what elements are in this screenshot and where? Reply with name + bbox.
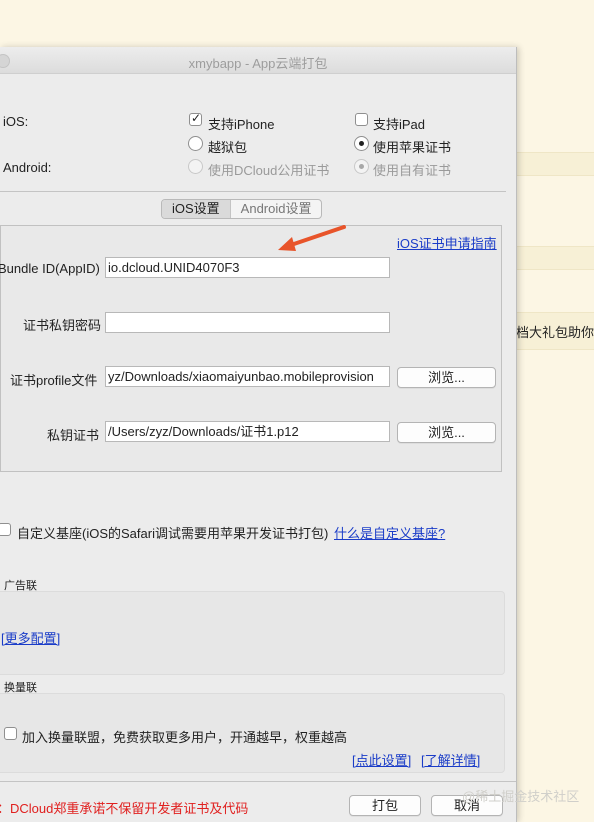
ad-more-config-link[interactable]: [更多配置] (1, 628, 60, 647)
private-key-browse-button[interactable]: 浏览... (397, 422, 496, 443)
iphone-checkbox[interactable] (189, 111, 202, 126)
traffic-union-checkbox[interactable] (4, 727, 17, 740)
custom-base-label: 自定义基座(iOS的Safari调试需要用苹果开发证书打包) (17, 526, 329, 541)
bundle-id-input[interactable]: io.dcloud.UNID4070F3 (105, 257, 390, 278)
window-title: xmybapp - App云端打包 (188, 56, 328, 71)
private-key-label: 私钥证书 (47, 428, 100, 443)
iphone-label: 支持iPhone (208, 117, 275, 132)
apple-cert-radio[interactable] (354, 136, 369, 151)
key-password-input[interactable] (105, 312, 390, 333)
settings-tabs: iOS设置 Android设置 (161, 199, 323, 219)
own-cert-radio[interactable] (354, 159, 369, 174)
traffic-union-section: 加入换量联盟，免费获取更多用户，开通越早，权重越高 [点此设置] [了解详情] (0, 693, 505, 773)
footer-divider (0, 781, 516, 782)
watermark: @稀土掘金技术社区 (462, 789, 580, 804)
background-text: 档大礼包助你 (516, 325, 594, 340)
tab-ios-settings[interactable]: iOS设置 (162, 200, 230, 218)
divider (0, 191, 506, 192)
tab-android-settings[interactable]: Android设置 (229, 200, 322, 218)
custom-base-help-link[interactable]: 什么是自定义基座? (334, 523, 445, 542)
jailbreak-radio[interactable] (188, 136, 203, 151)
dcloud-cert-label: 使用DCloud公用证书 (208, 163, 330, 178)
custom-base-checkbox[interactable] (0, 523, 11, 536)
android-label: Android: (3, 160, 52, 175)
key-password-label: 证书私钥密码 (23, 318, 102, 333)
profile-browse-button[interactable]: 浏览... (397, 367, 496, 388)
jailbreak-label: 越狱包 (208, 140, 248, 155)
traffic-details-link[interactable]: [了解详情] (421, 750, 480, 769)
traffic-settings-link[interactable]: [点此设置] (352, 750, 411, 769)
private-key-input[interactable]: /Users/zyz/Downloads/证书1.p12 (105, 421, 390, 442)
dcloud-cert-radio[interactable] (188, 159, 203, 174)
apple-cert-label: 使用苹果证书 (373, 140, 452, 155)
ipad-label: 支持iPad (373, 117, 426, 132)
profile-input[interactable]: yz/Downloads/xiaomaiyunbao.mobileprovisi… (105, 366, 390, 387)
own-cert-label: 使用自有证书 (373, 163, 452, 178)
pack-dialog: xmybapp - App云端打包 iOS: Android: 支持iPhone… (0, 47, 517, 822)
pack-button[interactable]: 打包 (349, 795, 421, 816)
ios-label: iOS: (3, 114, 29, 129)
traffic-union-label: 加入换量联盟，免费获取更多用户，开通越早，权重越高 (22, 730, 348, 745)
ipad-checkbox[interactable] (355, 113, 368, 126)
background-row (516, 246, 594, 270)
ios-cert-guide-link[interactable]: iOS证书申请指南 (397, 233, 497, 252)
bundle-id-label: Bundle ID(AppID) (0, 261, 100, 276)
footer-notice: ：DCloud郑重承诺不保留开发者证书及代码 (0, 801, 249, 816)
profile-label: 证书profile文件 (10, 373, 98, 388)
title-bar: xmybapp - App云端打包 (0, 47, 516, 74)
ios-settings-panel: iOS证书申请指南 Bundle ID(AppID) io.dcloud.UNI… (0, 225, 502, 472)
ad-union-section: [更多配置] (0, 591, 505, 675)
annotation-arrow-icon (278, 225, 346, 251)
background-row (516, 152, 594, 176)
